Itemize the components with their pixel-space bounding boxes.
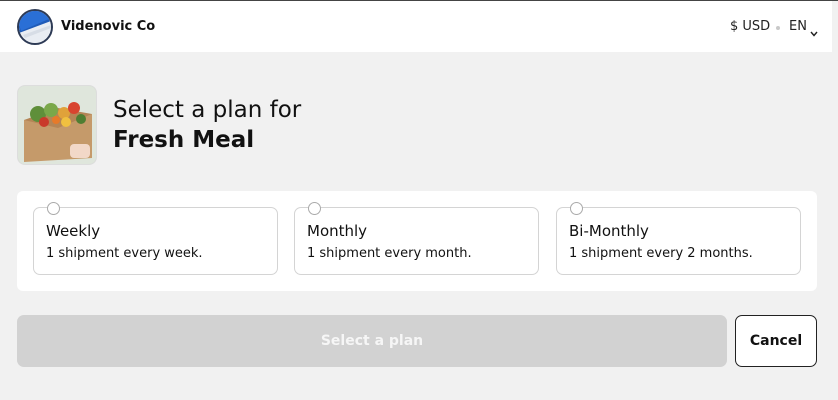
top-bar: Videnovic Co $ USD EN <box>0 1 832 52</box>
select-plan-button[interactable]: Select a plan <box>17 315 727 367</box>
plan-name: Bi-Monthly <box>569 222 649 240</box>
currency-selector[interactable]: $ USD <box>730 19 770 34</box>
plan-name: Monthly <box>307 222 368 240</box>
plan-option-monthly[interactable]: Monthly 1 shipment every month. <box>294 202 539 275</box>
brand-name[interactable]: Videnovic Co <box>61 19 155 34</box>
plan-radio-bi-monthly[interactable] <box>570 202 583 215</box>
product-name: Fresh Meal <box>113 127 255 153</box>
plan-radio-monthly[interactable] <box>308 202 321 215</box>
plan-option-bi-monthly[interactable]: Bi-Monthly 1 shipment every 2 months. <box>556 202 801 275</box>
page-title-prefix: Select a plan for <box>113 97 302 123</box>
plan-options-panel: Weekly 1 shipment every week. Monthly 1 … <box>17 191 817 291</box>
plan-description: 1 shipment every 2 months. <box>569 246 753 261</box>
plan-name: Weekly <box>46 222 101 240</box>
plan-description: 1 shipment every month. <box>307 246 472 261</box>
meal-box-photo <box>17 85 97 165</box>
plan-radio-weekly[interactable] <box>47 202 60 215</box>
plan-option-weekly[interactable]: Weekly 1 shipment every week. <box>33 202 278 275</box>
plan-description: 1 shipment every week. <box>46 246 203 261</box>
cancel-button[interactable]: Cancel <box>735 315 817 367</box>
globe-logo-icon[interactable] <box>17 9 53 45</box>
chevron-down-icon[interactable] <box>810 22 818 41</box>
language-selector[interactable]: EN <box>789 19 807 34</box>
separator-dot <box>776 26 780 30</box>
